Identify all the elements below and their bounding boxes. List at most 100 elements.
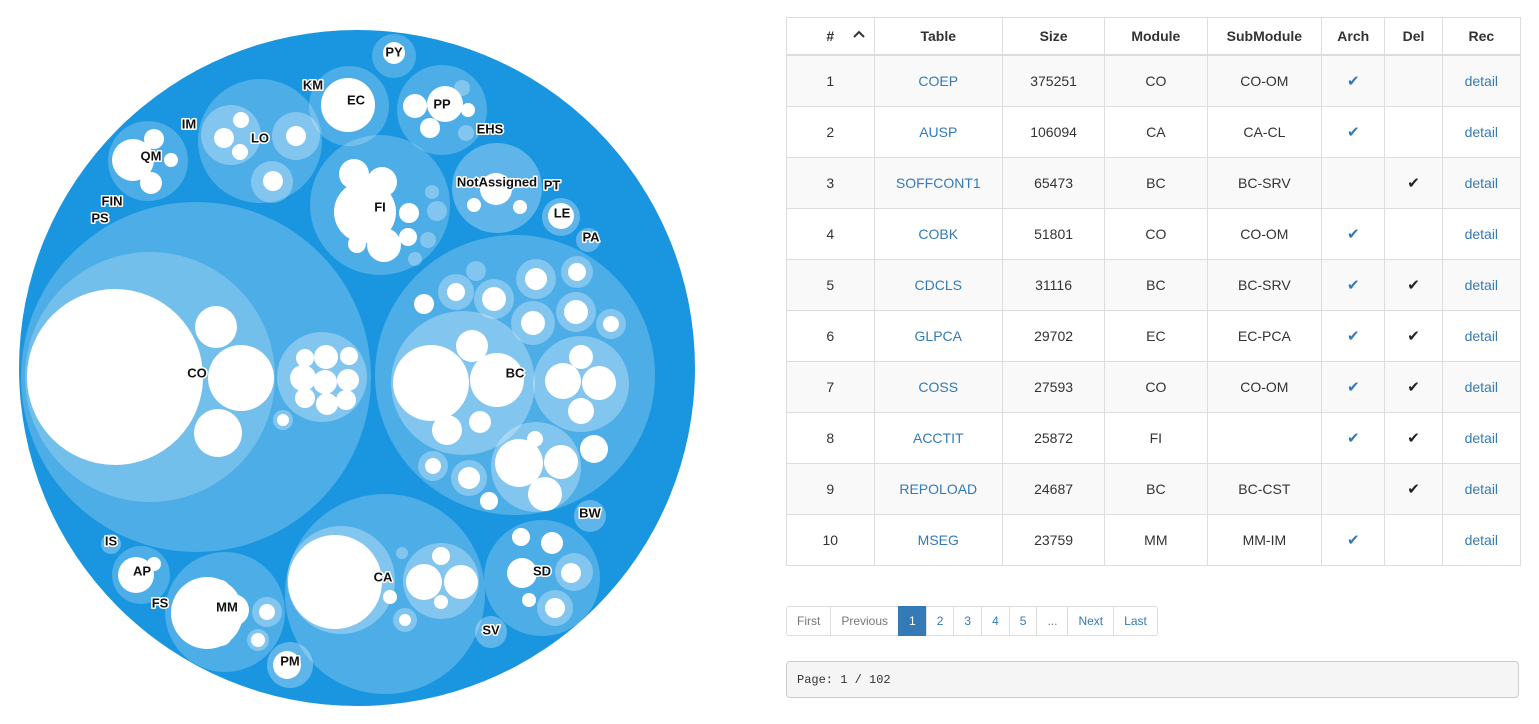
bubble-leaf[interactable] [456, 330, 488, 362]
detail-link[interactable]: detail [1465, 124, 1498, 140]
bubble-leaf[interactable] [603, 316, 619, 332]
page-4-button[interactable]: 4 [981, 606, 1010, 636]
table-row[interactable]: 1 COEP 375251 CO CO-OM ✔ detail [786, 54, 1522, 107]
detail-link[interactable]: detail [1465, 175, 1498, 191]
bubble-leaf[interactable] [564, 300, 588, 324]
bubble-leaf[interactable] [544, 445, 578, 479]
bubble-leaf[interactable] [286, 126, 306, 146]
bubble-leaf[interactable] [393, 345, 469, 421]
bubble-fs[interactable] [171, 600, 187, 616]
table-row[interactable]: 10 MSEG 23759 MM MM-IM ✔ detail [786, 514, 1522, 566]
table-name-link[interactable]: COEP [918, 73, 958, 89]
bubble-leaf[interactable] [480, 492, 498, 510]
bubble-fi-group[interactable] [408, 252, 422, 266]
bubble-leaf[interactable] [383, 590, 397, 604]
bubble-leaf[interactable] [288, 535, 382, 629]
table-name-link[interactable]: REPOLOAD [899, 481, 977, 497]
bubble-leaf[interactable] [399, 228, 417, 246]
bubble-leaf[interactable] [251, 633, 265, 647]
bubble-fi-group[interactable] [425, 185, 439, 199]
detail-link[interactable]: detail [1465, 328, 1498, 344]
bubble-leaf[interactable] [259, 604, 275, 620]
bubble-pp-group[interactable] [454, 80, 470, 96]
bubble-leaf[interactable] [337, 369, 359, 391]
bubble-fi-group[interactable] [420, 232, 436, 248]
bubble-leaf[interactable] [569, 345, 593, 369]
detail-link[interactable]: detail [1465, 430, 1498, 446]
bubble-leaf[interactable] [447, 283, 465, 301]
bubble-bc-group[interactable] [466, 261, 486, 281]
bubble-leaf[interactable] [522, 593, 536, 607]
header-module[interactable]: Module [1104, 17, 1208, 56]
bubble-leaf[interactable] [406, 564, 442, 600]
table-name-link[interactable]: COSS [918, 379, 958, 395]
bubble-leaf[interactable] [210, 624, 232, 646]
detail-link[interactable]: detail [1465, 481, 1498, 497]
detail-link[interactable]: detail [1465, 277, 1498, 293]
bubble-leaf[interactable] [458, 467, 480, 489]
table-row[interactable]: 7 COSS 27593 CO CO-OM ✔ ✔ detail [786, 361, 1522, 413]
bubble-leaf[interactable] [164, 153, 178, 167]
table-name-link[interactable]: CDCLS [915, 277, 962, 293]
bubble-leaf[interactable] [469, 411, 491, 433]
bubble-leaf[interactable] [434, 595, 448, 609]
bubble-leaf[interactable] [348, 235, 366, 253]
bubble-leaf[interactable] [414, 294, 434, 314]
bubble-leaf[interactable] [399, 203, 419, 223]
bubble-leaf[interactable] [482, 287, 506, 311]
bubble-leaf[interactable] [295, 388, 315, 408]
bubble-leaf[interactable] [425, 458, 441, 474]
bubble-group[interactable] [19, 30, 695, 706]
bubble-leaf[interactable] [444, 565, 478, 599]
table-name-link[interactable]: SOFFCONT1 [896, 175, 981, 191]
bubble-leaf[interactable] [340, 347, 358, 365]
bubble-fi-group[interactable] [427, 201, 447, 221]
bubble-pack-chart[interactable]: CO BC FI CA MM SD LO EC PP QM NotAssigne… [0, 0, 720, 724]
header-arch[interactable]: Arch [1321, 17, 1386, 56]
bubble-leaf[interactable] [545, 363, 581, 399]
detail-link[interactable]: detail [1465, 379, 1498, 395]
page-1-button[interactable]: 1 [898, 606, 927, 636]
bubble-leaf[interactable] [336, 390, 356, 410]
table-row[interactable]: 6 GLPCA 29702 EC EC-PCA ✔ ✔ detail [786, 310, 1522, 362]
page-first-button[interactable]: First [786, 606, 832, 636]
header-num[interactable]: # [786, 17, 875, 56]
bubble-leaf[interactable] [214, 128, 234, 148]
bubble-leaf[interactable] [314, 345, 338, 369]
bubble-leaf[interactable] [213, 580, 229, 596]
table-name-link[interactable]: AUSP [919, 124, 957, 140]
bubble-leaf[interactable] [208, 345, 274, 411]
table-row[interactable]: 5 CDCLS 31116 BC BC-SRV ✔ ✔ detail [786, 259, 1522, 311]
table-row[interactable]: 2 AUSP 106094 CA CA-CL ✔ detail [786, 106, 1522, 158]
bubble-leaf[interactable] [367, 167, 397, 197]
page-last-button[interactable]: Last [1113, 606, 1158, 636]
table-row[interactable]: 8 ACCTIT 25872 FI ✔ ✔ detail [786, 412, 1522, 464]
detail-link[interactable]: detail [1465, 73, 1498, 89]
header-table[interactable]: Table [873, 17, 1004, 56]
bubble-leaf[interactable] [399, 614, 411, 626]
table-name-link[interactable]: ACCTIT [913, 430, 964, 446]
header-del[interactable]: Del [1384, 17, 1443, 56]
table-name-link[interactable]: GLPCA [915, 328, 962, 344]
detail-link[interactable]: detail [1465, 226, 1498, 242]
bubble-leaf[interactable] [582, 366, 616, 400]
bubble-leaf[interactable] [27, 289, 203, 465]
bubble-leaf[interactable] [316, 393, 338, 415]
bubble-leaf[interactable] [541, 532, 563, 554]
bubble-leaf[interactable] [232, 144, 248, 160]
detail-link[interactable]: detail [1465, 532, 1498, 548]
table-row[interactable]: 9 REPOLOAD 24687 BC BC-CST ✔ detail [786, 463, 1522, 515]
bubble-leaf[interactable] [420, 118, 440, 138]
table-row[interactable]: 3 SOFFCONT1 65473 BC BC-SRV ✔ detail [786, 157, 1522, 209]
bubble-leaf[interactable] [432, 547, 450, 565]
bubble-leaf[interactable] [290, 365, 316, 391]
page-2-button[interactable]: 2 [925, 606, 955, 636]
bubble-leaf[interactable] [339, 159, 369, 189]
bubble-leaf[interactable] [296, 349, 314, 367]
page-next-button[interactable]: Next [1067, 606, 1115, 636]
bubble-leaf[interactable] [513, 200, 527, 214]
bubble-leaf[interactable] [545, 598, 565, 618]
page-5-button[interactable]: 5 [1008, 606, 1038, 636]
table-name-link[interactable]: MSEG [918, 532, 959, 548]
bubble-leaf[interactable] [195, 306, 237, 348]
